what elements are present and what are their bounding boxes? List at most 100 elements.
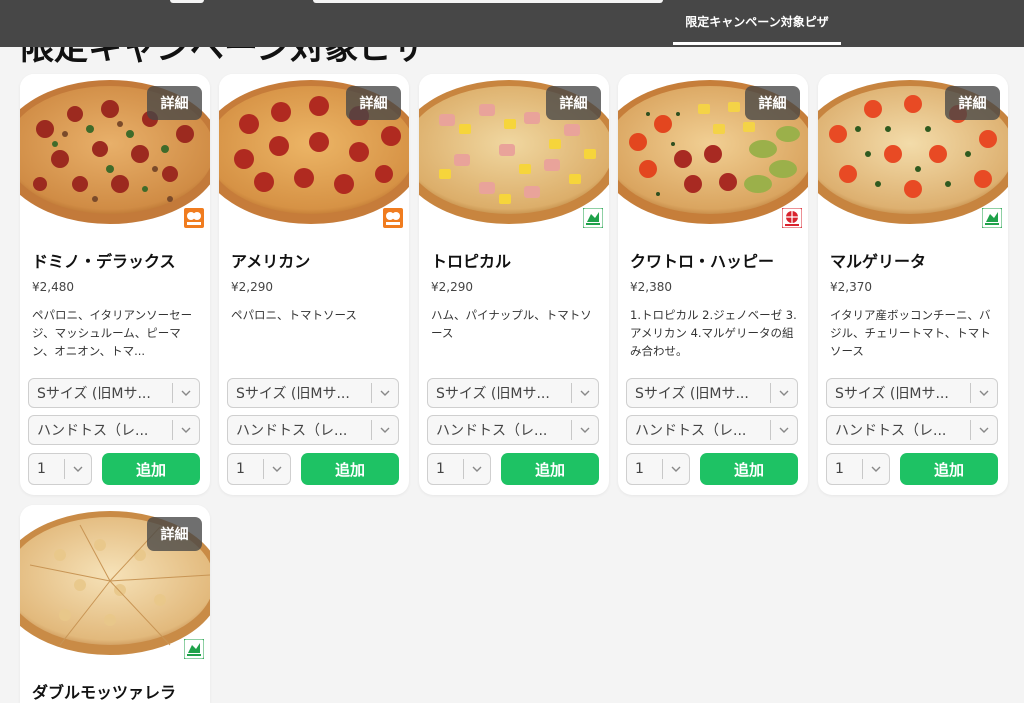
product-price: ¥2,380 xyxy=(630,280,672,294)
orange-chicken-badge-icon xyxy=(184,208,204,228)
nav-notch xyxy=(170,0,204,3)
product-card: 詳細 アメリカン ¥2,290 ペパロニ、トマトソース Sサイズ (旧Mサ...… xyxy=(219,74,409,495)
add-to-cart-button[interactable]: 追加 xyxy=(700,453,798,485)
product-price: ¥2,480 xyxy=(32,280,74,294)
add-label: 追加 xyxy=(933,460,964,479)
quantity-select[interactable]: 1 xyxy=(227,453,291,485)
product-card: 詳細 ダブルモッツァレラ xyxy=(20,505,210,703)
chevron-down-icon xyxy=(65,466,91,472)
add-label: 追加 xyxy=(334,460,365,479)
detail-label: 詳細 xyxy=(758,96,787,112)
green-leaf-badge-icon xyxy=(184,639,204,659)
active-tab-underline xyxy=(673,42,841,45)
top-nav-bar: 限定キャンペーン対象ピザ xyxy=(0,0,1024,47)
size-value: Sサイズ (旧Mサ... xyxy=(835,386,949,402)
crust-value: ハンドトス（レ... xyxy=(37,423,149,439)
detail-button[interactable]: 詳細 xyxy=(147,86,202,120)
nav-notch xyxy=(313,0,663,3)
size-value: Sサイズ (旧Mサ... xyxy=(236,386,350,402)
add-label: 追加 xyxy=(135,460,166,479)
product-description: イタリア産ボッコンチーニ、バジル、チェリートマト、トマトソース xyxy=(830,308,991,358)
size-value: Sサイズ (旧Mサ... xyxy=(436,386,550,402)
product-card: 詳細 マルゲリータ ¥2,370 イタリア産ボッコンチーニ、バジル、チェリートマ… xyxy=(818,74,1008,495)
tab-campaign-pizza[interactable]: 限定キャンペーン対象ピザ xyxy=(673,0,841,47)
product-name: クワトロ・ハッピー xyxy=(630,252,775,271)
product-card: 詳細 トロピカル ¥2,290 ハム、パイナップル、トマトソース Sサイズ (旧… xyxy=(419,74,609,495)
product-name: トロピカル xyxy=(431,252,512,271)
chevron-down-icon xyxy=(264,466,290,472)
crust-select[interactable]: ハンドトス（レ... xyxy=(28,415,200,445)
orange-chicken-badge-icon xyxy=(383,208,403,228)
quantity-value: 1 xyxy=(236,461,245,477)
detail-button[interactable]: 詳細 xyxy=(346,86,401,120)
quantity-select[interactable]: 1 xyxy=(826,453,890,485)
size-select[interactable]: Sサイズ (旧Mサ... xyxy=(626,378,798,408)
size-select[interactable]: Sサイズ (旧Mサ... xyxy=(427,378,599,408)
detail-label: 詳細 xyxy=(160,96,189,112)
product-description: 1.トロピカル 2.ジェノベーゼ 3.アメリカン 4.マルゲリータの組み合わせ。 xyxy=(630,308,797,358)
product-price: ¥2,290 xyxy=(231,280,273,294)
quantity-value: 1 xyxy=(436,461,445,477)
chevron-down-icon xyxy=(372,427,398,433)
detail-label: 詳細 xyxy=(359,96,388,112)
quantity-value: 1 xyxy=(37,461,46,477)
quantity-select[interactable]: 1 xyxy=(626,453,690,485)
product-card: 詳細 ドミノ・デラックス ¥2,480 ペパロニ、イタリアンソーセージ、マッシュ… xyxy=(20,74,210,495)
crust-select[interactable]: ハンドトス（レ... xyxy=(427,415,599,445)
add-to-cart-button[interactable]: 追加 xyxy=(900,453,998,485)
crust-select[interactable]: ハンドトス（レ... xyxy=(227,415,399,445)
chevron-down-icon xyxy=(971,390,997,396)
red-quattro-badge-icon xyxy=(782,208,802,228)
crust-select[interactable]: ハンドトス（レ... xyxy=(826,415,998,445)
quantity-select[interactable]: 1 xyxy=(427,453,491,485)
product-description: ペパロニ、トマトソース xyxy=(231,308,357,322)
product-description: ハム、パイナップル、トマトソース xyxy=(431,308,592,340)
product-price: ¥2,290 xyxy=(431,280,473,294)
detail-button[interactable]: 詳細 xyxy=(546,86,601,120)
chevron-down-icon xyxy=(372,390,398,396)
chevron-down-icon xyxy=(663,466,689,472)
chevron-down-icon xyxy=(173,427,199,433)
detail-button[interactable]: 詳細 xyxy=(147,517,202,551)
chevron-down-icon xyxy=(863,466,889,472)
detail-label: 詳細 xyxy=(559,96,588,112)
size-select[interactable]: Sサイズ (旧Mサ... xyxy=(227,378,399,408)
quantity-select[interactable]: 1 xyxy=(28,453,92,485)
crust-value: ハンドトス（レ... xyxy=(635,423,747,439)
product-description: ペパロニ、イタリアンソーセージ、マッシュルーム、ピーマン、オニオン、トマ... xyxy=(32,308,193,358)
quantity-value: 1 xyxy=(835,461,844,477)
chevron-down-icon xyxy=(173,390,199,396)
size-value: Sサイズ (旧Mサ... xyxy=(635,386,749,402)
add-label: 追加 xyxy=(733,460,764,479)
green-leaf-badge-icon xyxy=(583,208,603,228)
crust-value: ハンドトス（レ... xyxy=(236,423,348,439)
chevron-down-icon xyxy=(771,427,797,433)
tab-label: 限定キャンペーン対象ピザ xyxy=(685,15,829,29)
product-card: 詳細 クワトロ・ハッピー ¥2,380 1.トロピカル 2.ジェノベーゼ 3.ア… xyxy=(618,74,808,495)
size-value: Sサイズ (旧Mサ... xyxy=(37,386,151,402)
add-label: 追加 xyxy=(534,460,565,479)
product-name: アメリカン xyxy=(231,252,311,271)
add-to-cart-button[interactable]: 追加 xyxy=(501,453,599,485)
chevron-down-icon xyxy=(572,390,598,396)
green-leaf-badge-icon xyxy=(982,208,1002,228)
product-price: ¥2,370 xyxy=(830,280,872,294)
chevron-down-icon xyxy=(771,390,797,396)
size-select[interactable]: Sサイズ (旧Mサ... xyxy=(28,378,200,408)
detail-button[interactable]: 詳細 xyxy=(945,86,1000,120)
chevron-down-icon xyxy=(572,427,598,433)
product-name: ドミノ・デラックス xyxy=(32,252,176,271)
size-select[interactable]: Sサイズ (旧Mサ... xyxy=(826,378,998,408)
chevron-down-icon xyxy=(464,466,490,472)
crust-select[interactable]: ハンドトス（レ... xyxy=(626,415,798,445)
add-to-cart-button[interactable]: 追加 xyxy=(102,453,200,485)
crust-value: ハンドトス（レ... xyxy=(835,423,947,439)
detail-label: 詳細 xyxy=(958,96,987,112)
add-to-cart-button[interactable]: 追加 xyxy=(301,453,399,485)
product-name: マルゲリータ xyxy=(830,252,927,271)
chevron-down-icon xyxy=(971,427,997,433)
crust-value: ハンドトス（レ... xyxy=(436,423,548,439)
detail-button[interactable]: 詳細 xyxy=(745,86,800,120)
product-name: ダブルモッツァレラ xyxy=(32,683,177,702)
quantity-value: 1 xyxy=(635,461,644,477)
